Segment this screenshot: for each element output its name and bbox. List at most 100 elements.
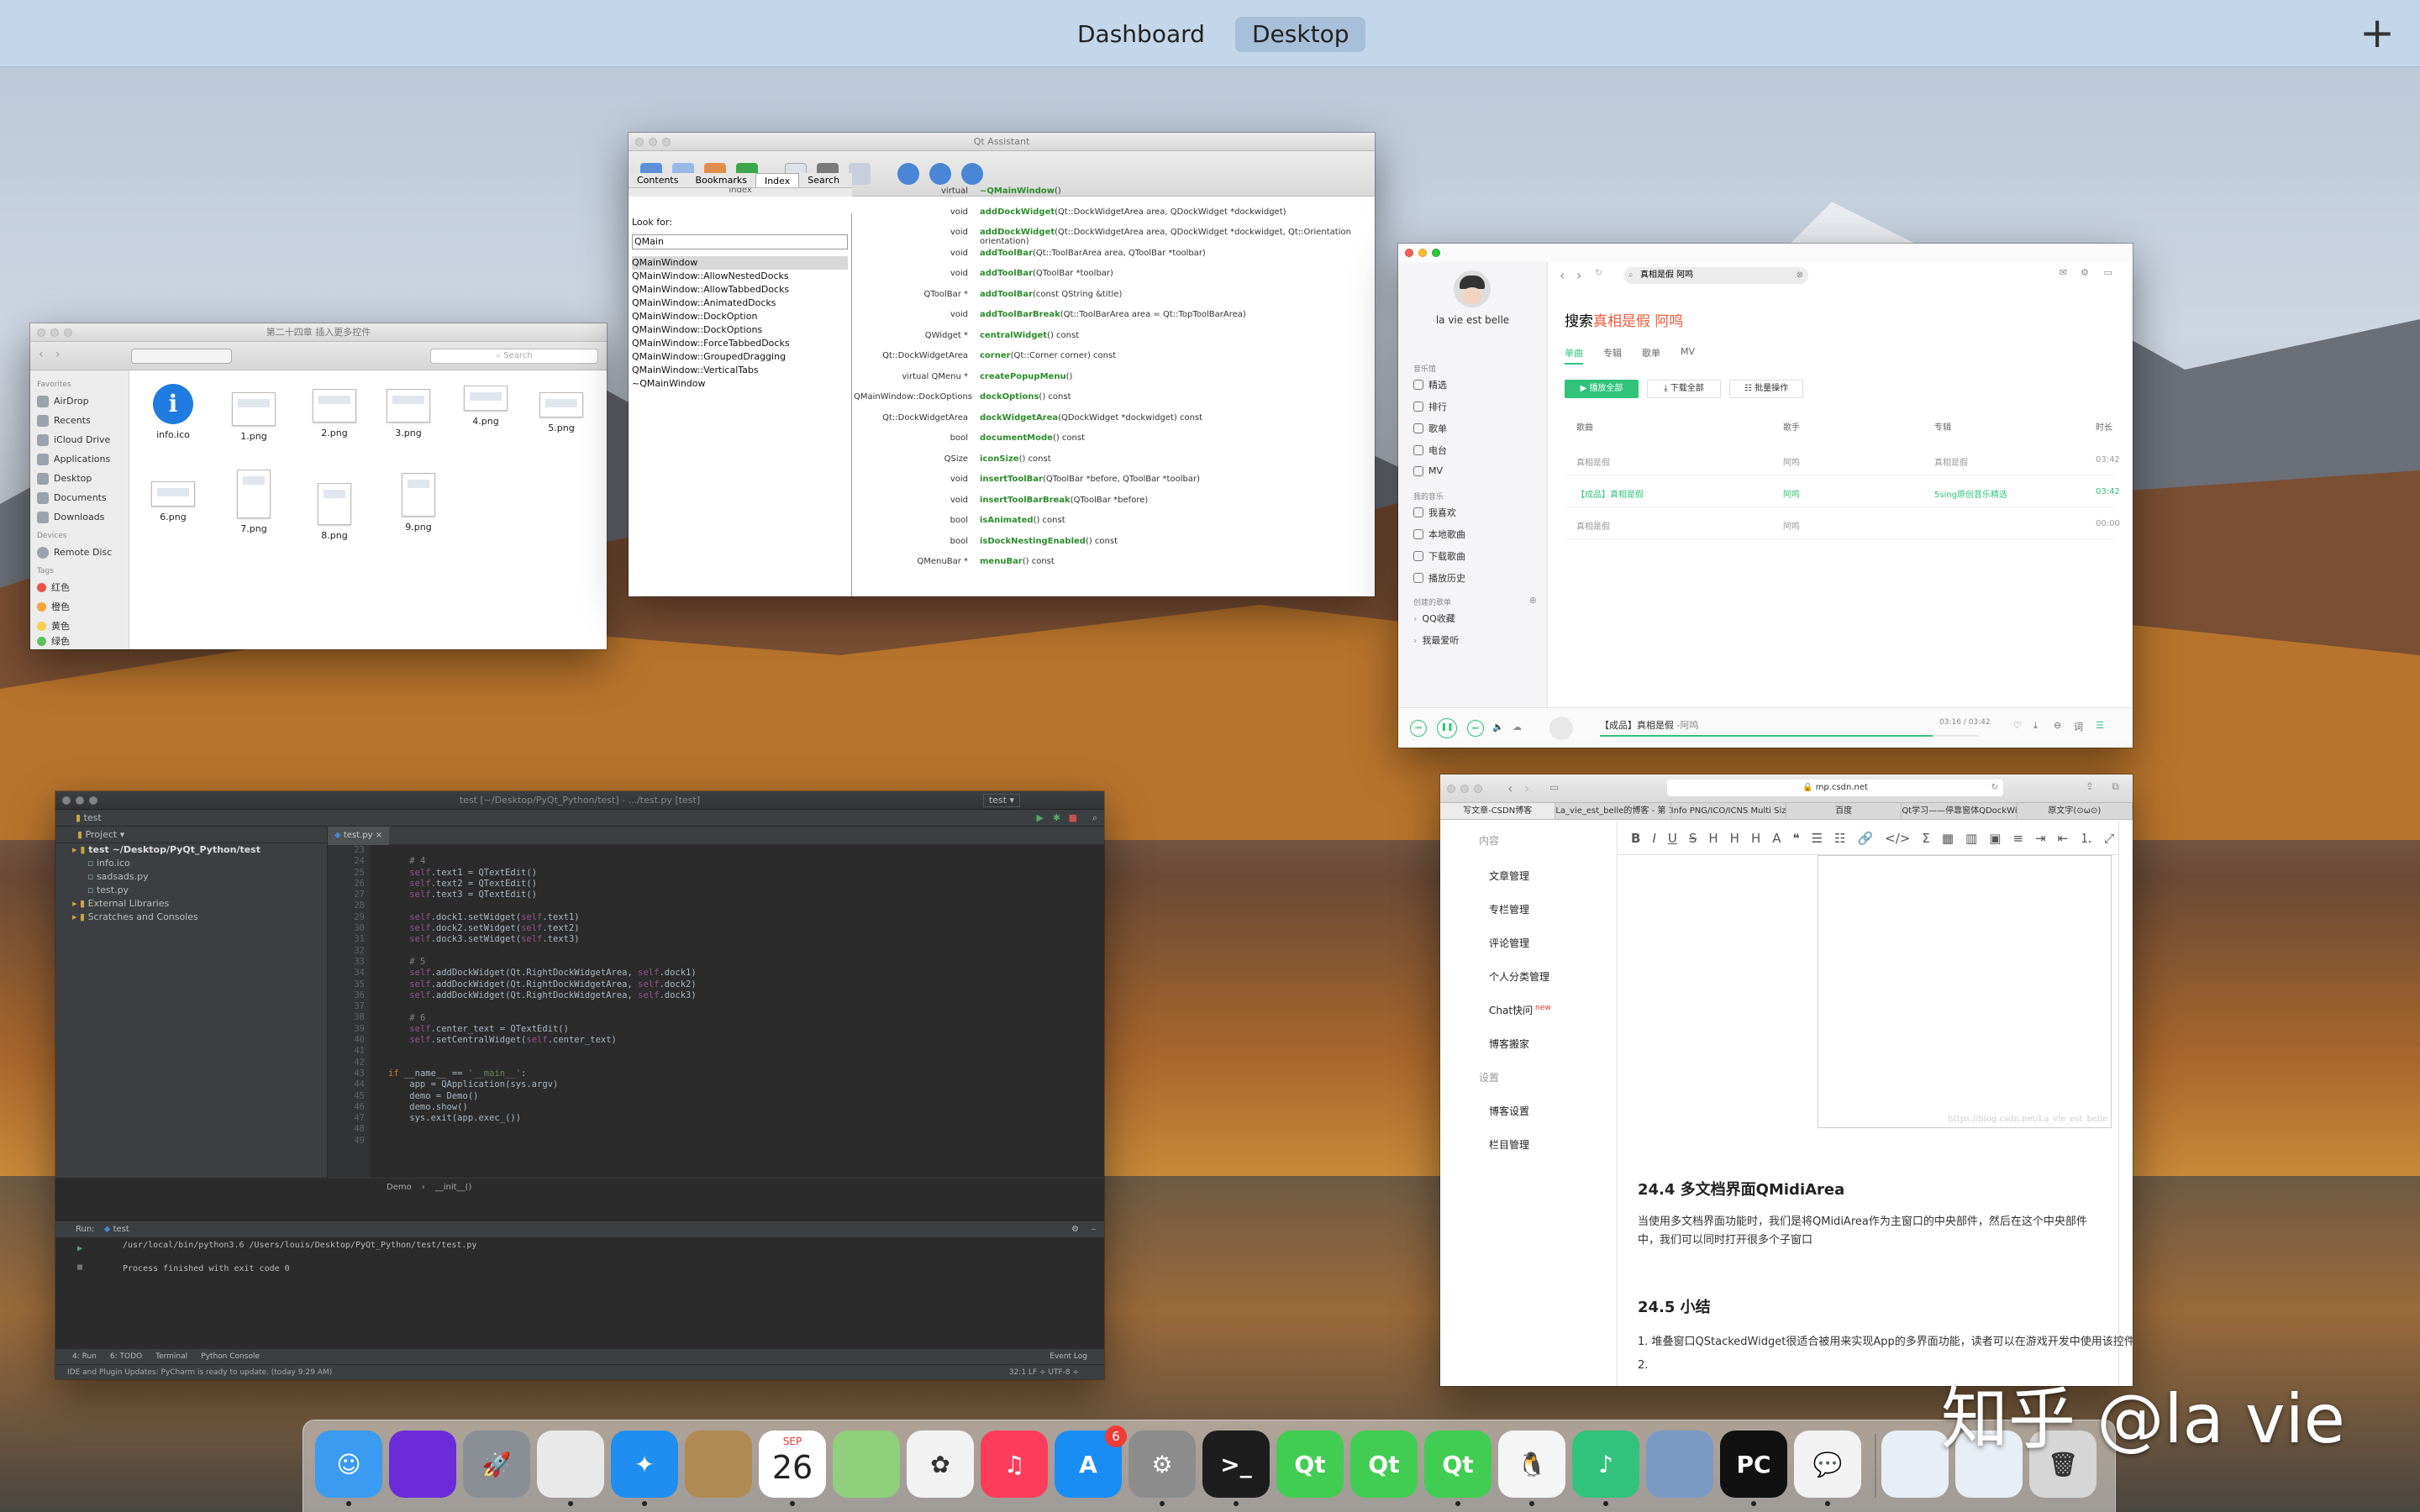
chrome-icon[interactable] (537, 1431, 604, 1506)
tab-run[interactable]: 4: Run (72, 1349, 97, 1364)
pause-icon[interactable]: ❚❚ (1437, 718, 1457, 738)
member-link[interactable]: createPopupMenu (980, 372, 1066, 381)
tab-mv[interactable]: MV (1681, 346, 1695, 365)
tab-write-article[interactable]: 写文章-CSDN博客 (1440, 803, 1556, 819)
code-line[interactable]: # 5 (388, 957, 425, 967)
code-line[interactable]: self.text2 = QTextEdit() (388, 879, 537, 889)
qq-icon[interactable]: 🐧 (1498, 1431, 1565, 1506)
code-line[interactable]: self.text1 = QTextEdit() (388, 868, 537, 878)
file-item[interactable]: i info.ico (139, 384, 207, 440)
tab-playlists[interactable]: 歌单 (1642, 346, 1660, 365)
index-item[interactable]: QMainWindow::AllowTabbedDocks (632, 283, 848, 297)
prev-icon[interactable]: ⏮ (1410, 720, 1427, 737)
run-tab[interactable]: ◆ test (104, 1225, 129, 1234)
index-item[interactable]: QMainWindow::DockOption (632, 310, 848, 323)
image-icon[interactable]: ▣ (1989, 831, 2001, 846)
file-item[interactable]: 2.png (301, 389, 368, 438)
qt-designer-icon[interactable]: Qt (1424, 1431, 1491, 1506)
member-link[interactable]: centralWidget (980, 331, 1047, 340)
music-search-input[interactable]: ⌕ 真相是假 阿鸣 ⊗ (1623, 267, 1808, 284)
member-link[interactable]: addDockWidget (980, 207, 1055, 217)
avatar[interactable] (1454, 270, 1491, 307)
qq-music-icon[interactable]: ♪ (1572, 1431, 1639, 1506)
tab-qt-dock[interactable]: Qt学习——停靠窗体QDockWi... (1902, 803, 2018, 819)
table-row[interactable]: 真相是假 阿鸣 真相是假 03:42 (1565, 445, 2120, 475)
code-icon[interactable]: </> (1885, 831, 1910, 846)
tag-yellow[interactable]: 黄色 (37, 617, 122, 636)
song-singer[interactable]: 阿鸣 (1783, 519, 1800, 532)
fullscreen-icon[interactable]: ⤢ (2104, 831, 2114, 846)
member-link[interactable]: ~QMainWindow (980, 186, 1055, 196)
strikethrough-icon[interactable]: S (1689, 831, 1697, 846)
code-line[interactable]: demo = Demo() (388, 1091, 478, 1101)
status-message[interactable]: IDE and Plugin Updates: PyCharm is ready… (67, 1368, 332, 1377)
add-space-button[interactable]: + (2360, 12, 2395, 54)
tab-contents[interactable]: Contents (629, 173, 687, 187)
song-album[interactable]: 真相是假 (1934, 455, 1968, 468)
rerun-icon[interactable]: ▶ (77, 1244, 82, 1253)
quote-icon[interactable]: ❝ (1793, 831, 1800, 846)
member-link[interactable]: isDockNestingEnabled (980, 537, 1086, 546)
code-line[interactable]: self.dock2.setWidget(self.text2) (388, 923, 579, 933)
code-line[interactable]: self.setCentralWidget(self.center_text) (388, 1035, 617, 1045)
code-line[interactable]: self.addDockWidget(Qt.RightDockWidgetAre… (388, 979, 696, 990)
tab-test-py[interactable]: ◆ test.py × (328, 827, 390, 845)
tab-python-console[interactable]: Python Console (201, 1349, 260, 1364)
run-icon[interactable]: ▶ (1037, 810, 1044, 827)
file-item[interactable]: 4.png (452, 386, 519, 427)
tab-original[interactable]: 原文字(⊙ω⊙) (2018, 803, 2133, 819)
index-item[interactable]: ~QMainWindow (632, 377, 848, 391)
tree-item[interactable]: ▫ sadsads.py (72, 870, 327, 884)
sidebar-item-liked[interactable]: 我喜欢 (1413, 506, 1456, 519)
zoom-in-icon[interactable] (897, 163, 919, 185)
sidebar-item-local[interactable]: 本地歌曲 (1413, 528, 1465, 541)
outdent-icon[interactable]: ⇤ (2058, 831, 2069, 846)
minimize-icon[interactable]: ▭ (2104, 267, 2112, 278)
code-line[interactable]: self.text3 = QTextEdit() (388, 890, 537, 900)
playlist-most-loved[interactable]: › 我最爱听 (1413, 633, 1459, 647)
index-item[interactable]: QMainWindow::ForceTabbedDocks (632, 337, 848, 350)
indent-icon[interactable]: ⇥ (2035, 831, 2046, 846)
siri-icon[interactable] (389, 1431, 456, 1498)
finder-icon[interactable]: ☺ (315, 1431, 382, 1506)
ordered-icon[interactable]: ⒈ (2080, 829, 2092, 847)
bullet-list-icon[interactable]: ☰ (1812, 831, 1823, 846)
menu-categories[interactable]: 个人分类管理 (1489, 969, 1549, 984)
code-line[interactable]: demo.show() (388, 1102, 468, 1112)
code-line[interactable]: app = QApplication(sys.argv) (388, 1079, 558, 1089)
forward-icon[interactable]: › (1524, 780, 1529, 796)
qq-music-window[interactable]: la vie est belle 音乐馆 精选 排行 歌单 电台 MV 我的音乐… (1398, 244, 2133, 748)
index-item[interactable]: QMainWindow::GroupedDragging (632, 350, 848, 364)
code-editor[interactable]: ◆ test.py × 23 24 25 26 27 28 29 30 31 32 33 34 35 36… (328, 827, 1104, 1178)
file-item[interactable]: 7.png (220, 470, 287, 534)
sidebar-item-radio[interactable]: 电台 (1413, 444, 1447, 457)
index-item[interactable]: QMainWindow (632, 256, 848, 270)
code-line[interactable]: self.center_text = QTextEdit() (388, 1024, 569, 1034)
playlist-qq-favorites[interactable]: › QQ收藏 (1413, 612, 1455, 625)
back-icon[interactable]: ‹ (1560, 267, 1565, 283)
file-item[interactable]: 1.png (220, 392, 287, 442)
code-line[interactable]: # 4 (388, 856, 425, 866)
refresh-icon[interactable]: ↻ (1595, 267, 1602, 278)
heading3-icon[interactable]: H (1751, 831, 1760, 846)
tag-orange[interactable]: 橙色 (37, 597, 122, 617)
space-desktop[interactable]: Desktop (1235, 17, 1366, 52)
tab-songs[interactable]: 单曲 (1565, 346, 1583, 365)
tab-blog[interactable]: La_vie_est_belle的博客 - 第 1... (1555, 803, 1671, 819)
code-line[interactable]: self.dock1.setWidget(self.text1) (388, 912, 579, 922)
mail-icon[interactable]: ✉ (2060, 267, 2067, 278)
system-preferences-icon[interactable]: ⚙ (1128, 1431, 1196, 1506)
member-link[interactable]: addToolBarBreak (980, 310, 1060, 319)
member-link[interactable]: documentMode (980, 433, 1053, 443)
song-singer[interactable]: 阿鸣 (1783, 455, 1800, 468)
tab-terminal[interactable]: Terminal (155, 1349, 187, 1364)
sidebar-item-recents[interactable]: Recents (37, 411, 122, 430)
preview-icon[interactable] (1646, 1431, 1713, 1498)
space-dashboard[interactable]: Dashboard (1060, 17, 1222, 52)
member-link[interactable]: iconSize (980, 454, 1019, 464)
gear-icon[interactable]: ⚙ (1071, 1222, 1079, 1237)
gear-icon[interactable]: ⚙ (2081, 267, 2089, 278)
menu-articles[interactable]: 文章管理 (1489, 869, 1529, 883)
code-line[interactable]: sys.exit(app.exec_()) (388, 1113, 521, 1123)
file-item[interactable]: 5.png (528, 392, 595, 433)
